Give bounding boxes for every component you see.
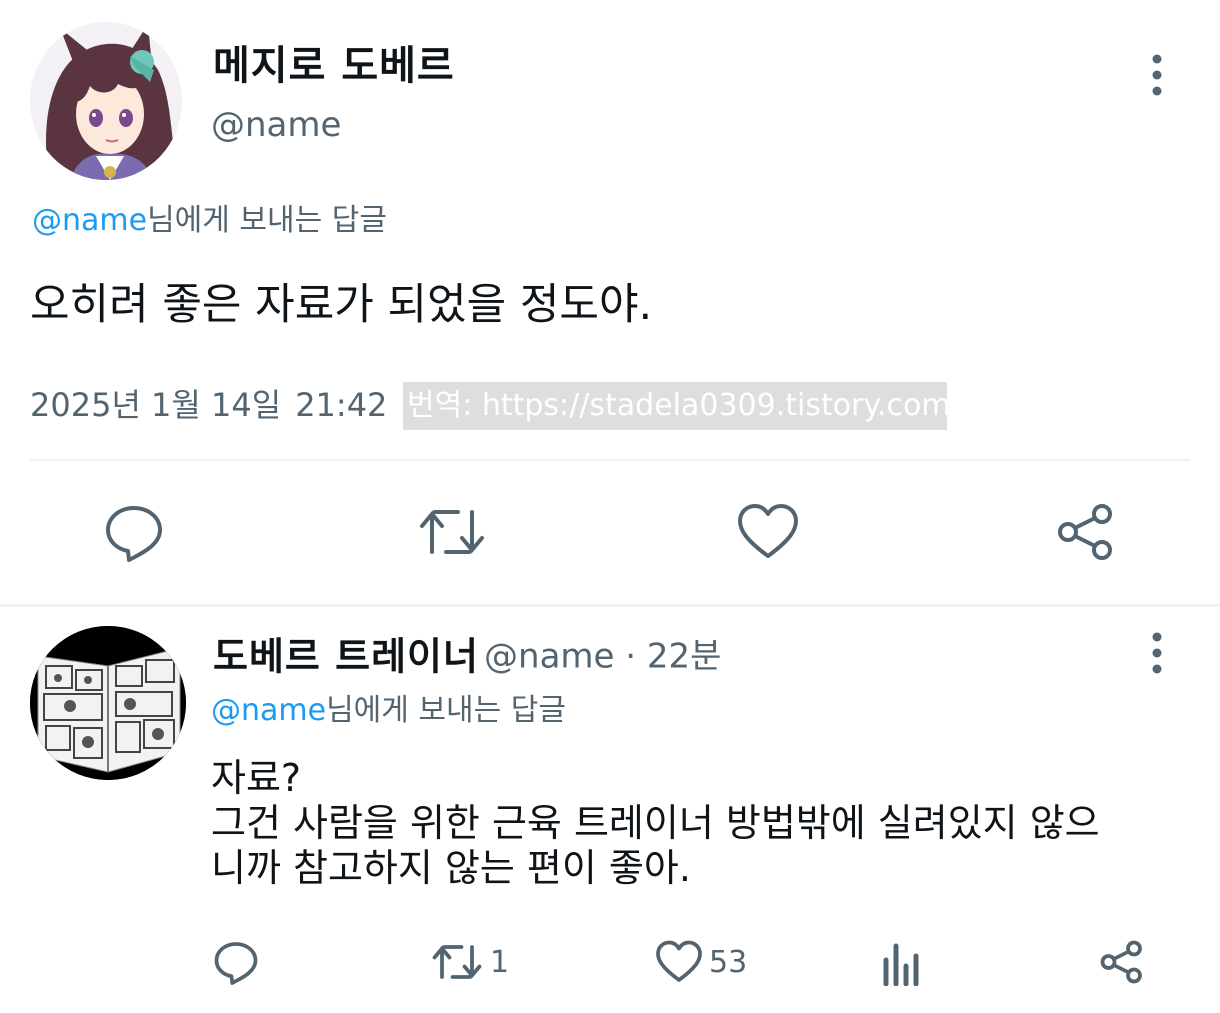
avatar[interactable] xyxy=(30,22,182,180)
dot-separator: · xyxy=(625,636,637,677)
tweet-text: 자료? 그건 사람을 위한 근육 트레이너 방법밖에 실려있지 않으 니까 참고… xyxy=(211,756,1151,891)
time-ago[interactable]: 22분 xyxy=(647,637,722,677)
share-button[interactable] xyxy=(1098,930,1146,994)
views-button[interactable] xyxy=(880,930,924,994)
replying-to: @name님에게 보내는 답글 xyxy=(211,688,566,734)
manga-page-avatar-image xyxy=(30,626,186,780)
user-handle[interactable]: @name xyxy=(484,637,614,677)
translation-watermark: 번역: https://stadela0309.tistory.com xyxy=(403,382,947,430)
reply-icon[interactable] xyxy=(102,500,166,564)
share-icon[interactable] xyxy=(1054,500,1118,564)
tweet-text-line: 자료? xyxy=(211,756,302,800)
tweet-separator xyxy=(0,604,1220,607)
retweet-button[interactable]: 1 xyxy=(430,930,509,994)
reply-to-mention-link[interactable]: @name xyxy=(211,693,326,728)
reply-to-suffix: 님에게 보내는 답글 xyxy=(326,693,566,728)
tweet-text-line: 그건 사람을 위한 근육 트레이너 방법밖에 실려있지 않으 xyxy=(211,801,1100,845)
retweet-icon[interactable] xyxy=(418,500,484,564)
like-button[interactable]: 53 xyxy=(655,930,747,994)
reply-to-suffix: 님에게 보내는 답글 xyxy=(147,203,387,238)
retweet-count: 1 xyxy=(490,944,510,980)
more-options-icon[interactable] xyxy=(1140,52,1174,98)
display-name[interactable]: 메지로 도베르 xyxy=(213,40,455,92)
reply-button[interactable] xyxy=(212,930,260,994)
heart-icon[interactable] xyxy=(736,500,800,564)
share-icon[interactable] xyxy=(1098,938,1146,986)
more-options-icon[interactable] xyxy=(1140,630,1174,676)
replying-to: @name님에게 보내는 답글 xyxy=(32,198,387,244)
tweet-text-line: 니까 참고하지 않는 편이 좋아. xyxy=(211,846,691,890)
views-icon[interactable] xyxy=(880,938,924,986)
tweet-time: 21:42 xyxy=(295,386,388,424)
anime-girl-avatar-image xyxy=(30,22,182,180)
avatar[interactable] xyxy=(30,626,186,780)
tweet-date: 2025년 1월 14일 xyxy=(30,386,282,424)
like-count: 53 xyxy=(709,944,748,980)
tweet-text: 오히려 좋은 자료가 되었을 정도야. xyxy=(30,280,653,330)
reply-icon[interactable] xyxy=(212,938,260,986)
heart-icon[interactable] xyxy=(655,938,703,986)
reply-header: 도베르 트레이너 @name · 22분 xyxy=(213,628,721,685)
tweet-timestamp[interactable]: 2025년 1월 14일 21:42 xyxy=(30,380,387,430)
display-name[interactable]: 도베르 트레이너 xyxy=(213,635,479,679)
retweet-icon[interactable] xyxy=(430,938,484,986)
user-handle[interactable]: @name xyxy=(211,102,341,148)
reply-to-mention-link[interactable]: @name xyxy=(32,203,147,238)
divider xyxy=(30,459,1190,461)
